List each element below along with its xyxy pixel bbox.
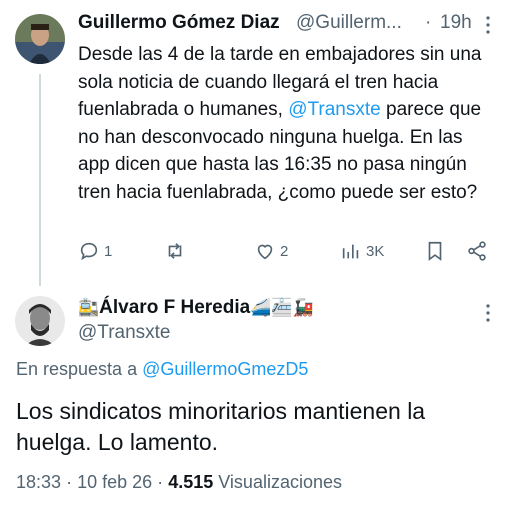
tweet-time[interactable]: 19h bbox=[440, 12, 472, 34]
author-name[interactable]: 🚉Álvaro F Heredia🚄🚈🚂 bbox=[78, 297, 314, 319]
separator-dot: · bbox=[425, 12, 432, 33]
reply-mention-link[interactable]: @GuillermoGmezD5 bbox=[142, 359, 308, 379]
station-emoji: 🚉 bbox=[78, 298, 100, 317]
views-button[interactable]: 3K bbox=[340, 240, 384, 262]
views-label: Visualizaciones bbox=[218, 472, 342, 492]
heart-icon bbox=[257, 244, 273, 260]
reply-count: 1 bbox=[104, 242, 113, 260]
tweet-text: Los sindicatos minoritarios mantienen la… bbox=[16, 398, 426, 455]
reply-icon bbox=[80, 242, 98, 261]
mention-link[interactable]: @Transxte bbox=[288, 99, 381, 120]
avatar[interactable] bbox=[15, 296, 65, 346]
bookmark-icon bbox=[428, 241, 442, 261]
bookmark-button[interactable] bbox=[424, 240, 446, 262]
tweet-date[interactable]: 10 feb 26 bbox=[77, 472, 152, 492]
share-icon bbox=[468, 241, 486, 261]
separator-dot: · bbox=[66, 472, 73, 492]
tweet-text: Desde las 4 de la tarde en embajadores s… bbox=[78, 41, 488, 206]
author-name[interactable]: Guillermo Gómez Diaz bbox=[78, 12, 280, 34]
reply-button[interactable]: 1 bbox=[78, 240, 112, 262]
tweet-time[interactable]: 18:33 bbox=[16, 472, 61, 492]
retweet-button[interactable] bbox=[164, 240, 186, 262]
tweet-actions: 1 2 3K bbox=[78, 240, 498, 266]
author-handle[interactable]: @Guillerm... bbox=[296, 12, 402, 34]
thread-line bbox=[39, 74, 41, 286]
views-count: 4.515 bbox=[168, 472, 214, 492]
tweet-metadata: 18:33 · 10 feb 26 · 4.515 Visualizacione… bbox=[16, 472, 342, 493]
retweet-icon bbox=[168, 243, 182, 259]
author-name-text: Álvaro F Heredia bbox=[99, 297, 251, 318]
author-handle[interactable]: @Transxte bbox=[78, 322, 171, 344]
analytics-icon bbox=[342, 244, 359, 259]
reply-context: En respuesta a @GuillermoGmezD5 bbox=[16, 359, 308, 380]
train-emojis: 🚄🚈🚂 bbox=[250, 298, 314, 317]
separator-dot: · bbox=[157, 472, 164, 492]
share-button[interactable] bbox=[466, 240, 488, 262]
more-options-icon[interactable] bbox=[485, 14, 491, 41]
avatar[interactable] bbox=[15, 14, 65, 64]
like-count: 2 bbox=[280, 242, 289, 260]
views-count: 3K bbox=[366, 242, 385, 260]
more-options-icon[interactable] bbox=[485, 302, 491, 329]
like-button[interactable]: 2 bbox=[254, 240, 288, 262]
reply-prefix: En respuesta a bbox=[16, 359, 143, 379]
